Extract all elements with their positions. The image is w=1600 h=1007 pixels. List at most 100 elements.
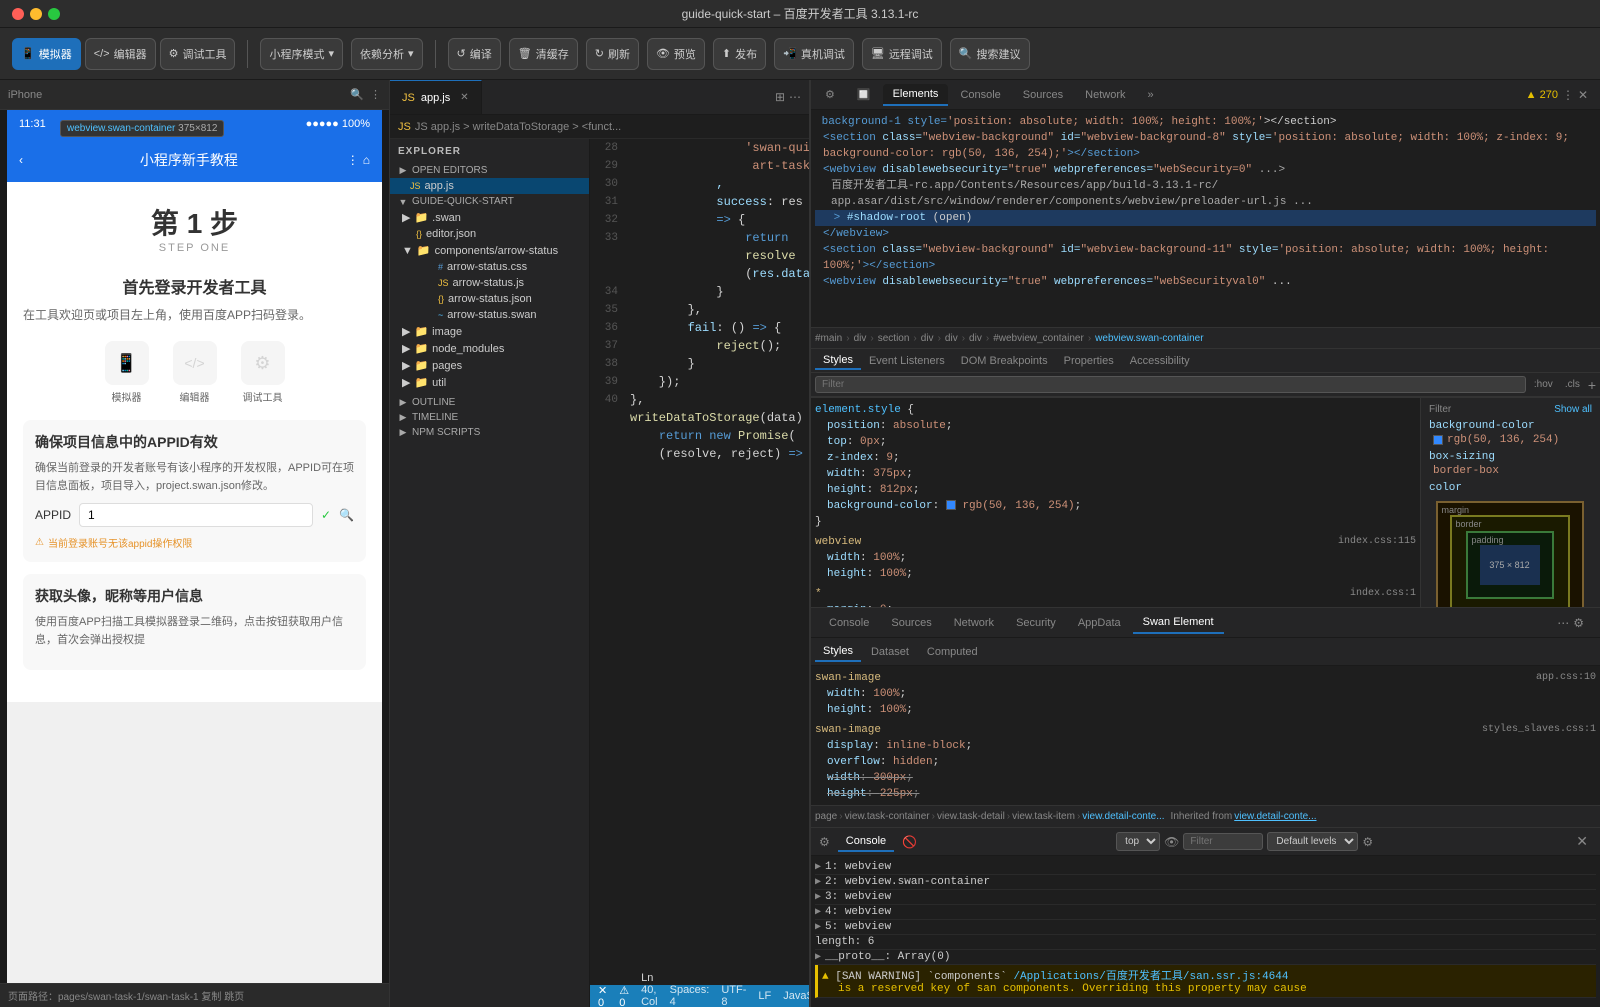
file-arrow-status-css[interactable]: # arrow-status.css — [390, 259, 589, 275]
html-tab-swan-element[interactable]: Swan Element — [1133, 612, 1224, 634]
console-context-select[interactable]: top — [1116, 832, 1160, 851]
debug-btn[interactable]: ⚙ 调试工具 — [160, 38, 236, 70]
html-tab-console[interactable]: Console — [819, 613, 879, 633]
devtool-tab-elements[interactable]: Elements — [883, 84, 949, 106]
console-eye-icon[interactable]: 👁 — [1164, 835, 1179, 849]
nav-home-icon[interactable]: ⌂ — [363, 153, 370, 167]
swan-tab-styles[interactable]: Styles — [815, 642, 861, 662]
window-controls[interactable] — [12, 8, 60, 20]
devtool-tab-settings[interactable]: ⚙ — [815, 84, 845, 105]
console-filter-input[interactable] — [1183, 833, 1263, 850]
html-tab-sources[interactable]: Sources — [881, 613, 941, 633]
folder-swan[interactable]: ▶ 📁 .swan — [390, 209, 589, 226]
folder-pages[interactable]: ▶ 📁 pages — [390, 357, 589, 374]
phone-screen[interactable]: 11:31 ●●●●● 100% ‹ 小程序新手教程 ⋮ ⌂ 第 1 步 — [7, 110, 382, 983]
bc-div4[interactable]: div — [969, 333, 982, 344]
add-style-icon[interactable]: + — [1588, 377, 1596, 393]
editor-tab-appjs[interactable]: JS app.js ✕ — [390, 80, 482, 114]
html-tab-security[interactable]: Security — [1006, 613, 1066, 633]
publish-btn[interactable]: ⬆ 发布 — [713, 38, 766, 70]
devtool-tab-sources[interactable]: Sources — [1013, 85, 1073, 105]
compile-btn[interactable]: ↺ 编译 — [448, 38, 501, 70]
file-arrow-status-json[interactable]: {} arrow-status.json — [390, 291, 589, 307]
bc-div1[interactable]: div — [854, 333, 867, 344]
tab-dom-breakpoints[interactable]: DOM Breakpoints — [953, 353, 1056, 369]
file-editor-json[interactable]: {} editor.json — [390, 226, 589, 242]
code-editor[interactable]: 28 'swan-quick-st 29 art-tasksData' 30 — [590, 139, 809, 1007]
nav-back-icon[interactable]: ‹ — [19, 153, 23, 167]
split-editor-icon[interactable]: ⊞ — [775, 90, 785, 104]
devtool-tab-console-dt[interactable]: Console — [950, 85, 1010, 105]
close-button[interactable] — [12, 8, 24, 20]
cls-toggle[interactable]: .cls — [1561, 379, 1584, 390]
bc-webview-swan[interactable]: webview.swan-container — [1095, 333, 1203, 344]
minimize-button[interactable] — [30, 8, 42, 20]
bc-html-task-item[interactable]: view.task-item — [1012, 811, 1075, 822]
devtool-tab-network[interactable]: Network — [1075, 85, 1135, 105]
file-appjs[interactable]: JS app.js — [390, 178, 589, 194]
tab-properties[interactable]: Properties — [1056, 353, 1122, 369]
show-all-toggle[interactable]: Show all — [1554, 404, 1592, 415]
cache-btn[interactable]: 🗑 清缓存 — [509, 38, 578, 70]
simulator-btn[interactable]: 📱 模拟器 — [12, 38, 81, 70]
devtools-menu-icon[interactable]: ⋮ — [1562, 88, 1574, 102]
folder-util[interactable]: ▶ 📁 util — [390, 374, 589, 391]
html-panel-settings-icon[interactable]: ⚙ — [1573, 616, 1584, 630]
bc-section[interactable]: section — [878, 333, 910, 344]
html-line-selected[interactable]: > #shadow-root (open) — [815, 210, 1596, 226]
bc-html-task-container[interactable]: view.task-container — [845, 811, 930, 822]
console-panel-close[interactable]: ✕ — [1572, 833, 1592, 850]
bc-html-page[interactable]: page — [815, 811, 837, 822]
devtool-tab-more[interactable]: » — [1138, 85, 1164, 105]
folder-components[interactable]: ▼ 📁 components/arrow-status — [390, 242, 589, 259]
clear-console-icon[interactable]: 🚫 — [902, 835, 917, 849]
elements-html[interactable]: background-1 style='position: absolute; … — [811, 110, 1600, 327]
console-settings-icon[interactable]: ⚙ — [819, 835, 830, 849]
tab-accessibility[interactable]: Accessibility — [1122, 353, 1198, 369]
html-tab-network[interactable]: Network — [944, 613, 1004, 633]
more-actions-icon[interactable]: ⋯ — [789, 90, 801, 104]
bc-div2[interactable]: div — [921, 333, 934, 344]
search-suggest-btn[interactable]: 🔍 搜索建议 — [950, 38, 1030, 70]
console-output[interactable]: ▶ 1: webview ▶ 2: webview.swan-container… — [811, 856, 1600, 1007]
remote-debug-btn[interactable]: 🖥 远程调试 — [862, 38, 942, 70]
appid-search-icon[interactable]: 🔍 — [339, 508, 354, 522]
code-content[interactable]: 28 'swan-quick-st 29 art-tasksData' 30 — [590, 139, 809, 985]
styles-main[interactable]: element.style { position: absolute; top:… — [811, 398, 1420, 607]
file-arrow-status-js[interactable]: JS arrow-status.js — [390, 275, 589, 291]
bc-div3[interactable]: div — [945, 333, 958, 344]
refresh-btn[interactable]: ↻ 刷新 — [586, 38, 639, 70]
appid-input[interactable] — [79, 503, 313, 527]
folder-image[interactable]: ▶ 📁 image — [390, 323, 589, 340]
mode-dropdown[interactable]: 小程序模式 ▾ — [260, 38, 343, 70]
bc-webview-container[interactable]: #webview_container — [993, 333, 1084, 344]
analysis-dropdown[interactable]: 依赖分析 ▾ — [351, 38, 423, 70]
timeline-section[interactable]: ▶ TIMELINE — [390, 410, 589, 425]
file-arrow-status-swan[interactable]: ~ arrow-status.swan — [390, 307, 589, 323]
tab-close-icon[interactable]: ✕ — [460, 92, 468, 103]
folder-node-modules[interactable]: ▶ 📁 node_modules — [390, 340, 589, 357]
editor-btn[interactable]: </> 编辑器 — [85, 38, 156, 70]
preview-btn[interactable]: 👁 预览 — [647, 38, 705, 70]
npm-section[interactable]: ▶ NPM SCRIPTS — [390, 425, 589, 440]
maximize-button[interactable] — [48, 8, 60, 20]
console-level-select[interactable]: Default levels — [1267, 832, 1358, 851]
open-editors-section[interactable]: ▶ OPEN EDITORS — [390, 163, 589, 178]
styles-filter-input[interactable] — [815, 376, 1526, 393]
swan-tab-computed[interactable]: Computed — [919, 643, 986, 661]
devtools-close-icon[interactable]: ✕ — [1578, 88, 1588, 102]
bc-html-task-detail[interactable]: view.task-detail — [937, 811, 1005, 822]
swan-tab-dataset[interactable]: Dataset — [863, 643, 917, 661]
bc-main[interactable]: #main — [815, 333, 842, 344]
html-panel-more-icon[interactable]: ⋯ — [1557, 616, 1569, 630]
nav-more-icon[interactable]: ⋮ — [347, 153, 359, 167]
bc-html-view-detail[interactable]: view.detail-conte... — [1082, 811, 1164, 822]
swan-styles-main[interactable]: swan-image app.css:10 width: 100%; heigh… — [811, 666, 1600, 805]
hover-toggle[interactable]: :hov — [1530, 379, 1557, 390]
guide-section[interactable]: ▼ GUIDE-QUICK-START — [390, 194, 589, 209]
console-tab-main[interactable]: Console — [838, 832, 894, 852]
console-gear-icon[interactable]: ⚙ — [1362, 835, 1373, 849]
tab-event-listeners[interactable]: Event Listeners — [861, 353, 953, 369]
device-debug-btn[interactable]: 📲 真机调试 — [774, 38, 854, 70]
tab-styles[interactable]: Styles — [815, 352, 861, 370]
